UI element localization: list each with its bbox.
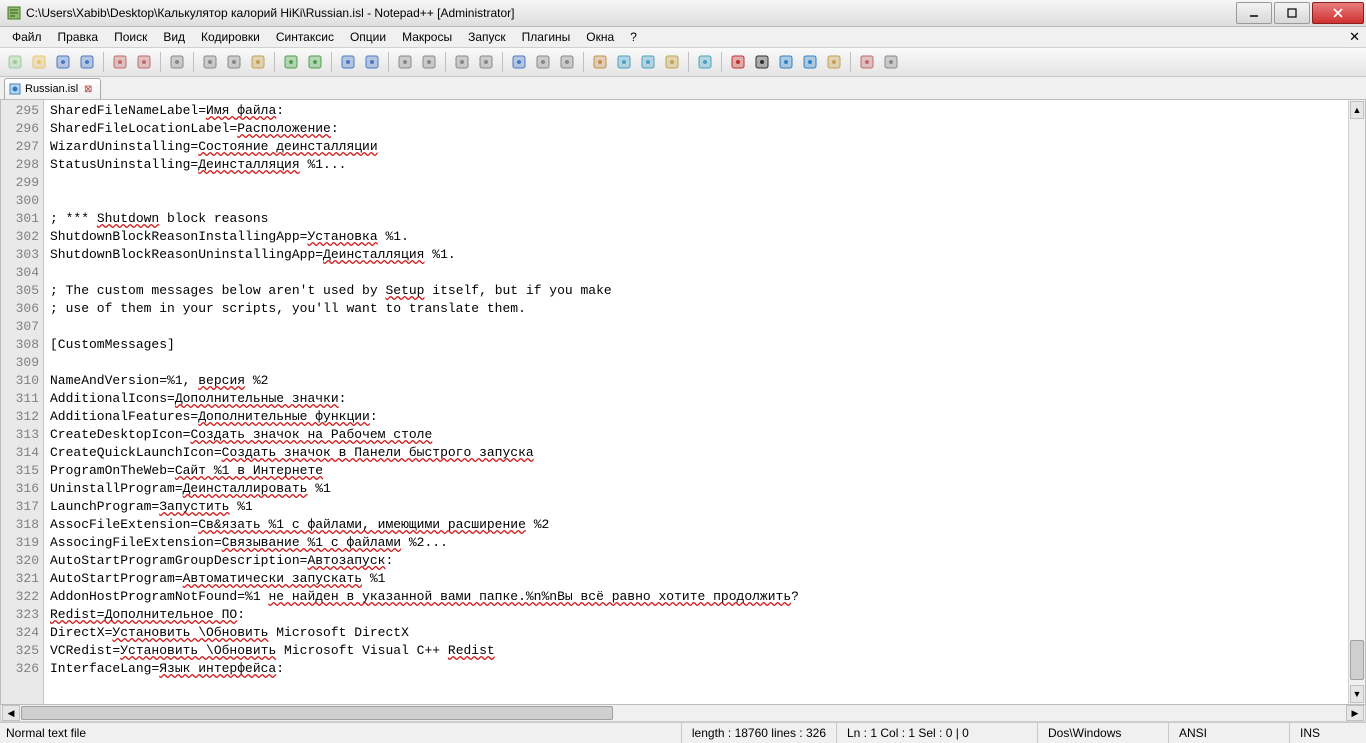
maximize-button[interactable] [1274,2,1310,24]
horizontal-scrollbar[interactable]: ◀ ▶ [0,705,1366,722]
menu-вид[interactable]: Вид [155,28,193,46]
new-file-icon[interactable] [4,51,26,73]
play-multi-icon[interactable] [799,51,821,73]
scroll-right-icon[interactable]: ▶ [1346,705,1364,721]
toolbar-separator [193,52,194,72]
menu-синтаксис[interactable]: Синтаксис [268,28,342,46]
toolbar-separator [160,52,161,72]
close-all-icon[interactable] [133,51,155,73]
toolbar-separator [331,52,332,72]
toolbar-separator [688,52,689,72]
scroll-left-icon[interactable]: ◀ [2,705,20,721]
toolbar-separator [103,52,104,72]
save-icon[interactable] [52,51,74,73]
toolbar-separator [583,52,584,72]
scroll-down-icon[interactable]: ▼ [1350,685,1364,703]
print-icon[interactable] [166,51,188,73]
spellcheck-abc-icon[interactable] [856,51,878,73]
status-eol: Dos\Windows [1037,723,1168,743]
tab-bar: Russian.isl ⊠ [0,77,1366,100]
menu-кодировки[interactable]: Кодировки [193,28,268,46]
show-all-chars-icon[interactable] [532,51,554,73]
lang-icon[interactable] [589,51,611,73]
toolbar-separator [850,52,851,72]
redo-icon[interactable] [304,51,326,73]
tab-russian-isl[interactable]: Russian.isl ⊠ [4,78,101,99]
record-macro-icon[interactable] [727,51,749,73]
menu-макросы[interactable]: Макросы [394,28,460,46]
menu-bar: ФайлПравкаПоискВидКодировкиСинтаксисОпци… [0,27,1366,48]
monitor-icon[interactable] [694,51,716,73]
zoom-in-icon[interactable] [394,51,416,73]
scroll-track[interactable] [1349,120,1365,684]
toolbar-separator [388,52,389,72]
vertical-scrollbar[interactable]: ▲ ▼ [1348,100,1365,704]
code-area[interactable]: SharedFileNameLabel=Имя файла: SharedFil… [44,100,1348,704]
sync-v-icon[interactable] [451,51,473,73]
tab-close-icon[interactable]: ⊠ [82,83,94,95]
toolbar-separator [502,52,503,72]
menu-плагины[interactable]: Плагины [514,28,579,46]
hscroll-track[interactable] [21,706,1345,720]
doc-map-icon[interactable] [613,51,635,73]
status-bar: Normal text file length : 18760 lines : … [0,722,1366,743]
indent-guide-icon[interactable] [556,51,578,73]
toolbar-separator [445,52,446,72]
spellcheck-next-icon[interactable] [880,51,902,73]
window-title: C:\Users\Xabib\Desktop\Калькулятор калор… [26,6,1234,20]
scroll-up-icon[interactable]: ▲ [1350,101,1364,119]
file-icon [9,83,21,95]
menu-поиск[interactable]: Поиск [106,28,155,46]
minimize-button[interactable] [1236,2,1272,24]
editor[interactable]: 295 296 297 298 299 300 301 302 303 304 … [0,100,1366,705]
status-filetype: Normal text file [6,723,96,743]
status-insert-mode: INS [1289,723,1360,743]
status-position: Ln : 1 Col : 1 Sel : 0 | 0 [836,723,1037,743]
save-all-icon[interactable] [76,51,98,73]
menu-?[interactable]: ? [622,28,645,46]
app-icon [6,5,22,21]
menu-опции[interactable]: Опции [342,28,394,46]
open-file-icon[interactable] [28,51,50,73]
toolbar [0,48,1366,77]
toolbar-separator [721,52,722,72]
replace-icon[interactable] [361,51,383,73]
func-list-icon[interactable] [637,51,659,73]
line-number-gutter: 295 296 297 298 299 300 301 302 303 304 … [1,100,44,704]
status-encoding: ANSI [1168,723,1289,743]
cut-icon[interactable] [199,51,221,73]
title-bar: C:\Users\Xabib\Desktop\Калькулятор калор… [0,0,1366,27]
folder-tree-icon[interactable] [661,51,683,73]
close-button[interactable] [1312,2,1364,24]
hscroll-thumb[interactable] [21,706,613,720]
toolbar-separator [274,52,275,72]
paste-icon[interactable] [247,51,269,73]
menu-окна[interactable]: Окна [578,28,622,46]
menu-правка[interactable]: Правка [50,28,107,46]
window-controls [1234,2,1364,24]
undo-icon[interactable] [280,51,302,73]
word-wrap-icon[interactable] [508,51,530,73]
copy-icon[interactable] [223,51,245,73]
menu-close-icon[interactable]: ✕ [1349,29,1360,45]
find-icon[interactable] [337,51,359,73]
menu-запуск[interactable]: Запуск [460,28,514,46]
close-icon[interactable] [109,51,131,73]
tab-label: Russian.isl [25,83,78,95]
save-macro-icon[interactable] [823,51,845,73]
scroll-thumb[interactable] [1350,640,1364,680]
stop-macro-icon[interactable] [751,51,773,73]
zoom-out-icon[interactable] [418,51,440,73]
status-length: length : 18760 lines : 326 [681,723,836,743]
menu-файл[interactable]: Файл [4,28,50,46]
sync-h-icon[interactable] [475,51,497,73]
play-macro-icon[interactable] [775,51,797,73]
